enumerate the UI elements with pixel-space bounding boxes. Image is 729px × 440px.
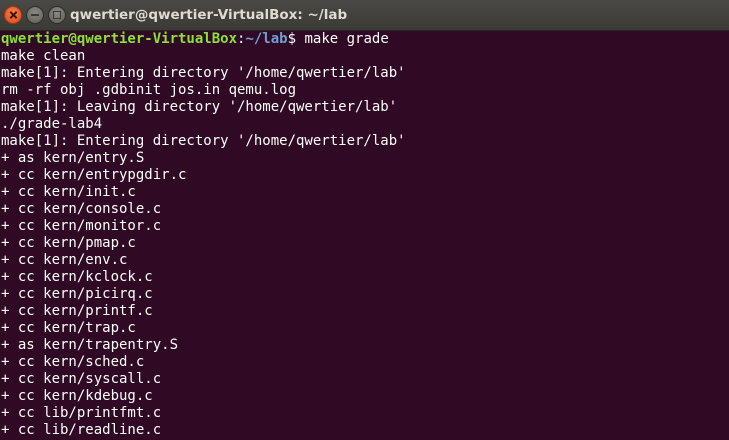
- output-line: + cc kern/picirq.c: [1, 286, 153, 302]
- output-line: + as kern/entry.S: [1, 150, 145, 166]
- output-line: + cc kern/monitor.c: [1, 218, 162, 234]
- output-line: + cc lib/readline.c: [1, 422, 162, 438]
- output-line: + cc kern/init.c: [1, 184, 136, 200]
- minimize-window-button[interactable]: [26, 6, 44, 24]
- output-line: + cc kern/syscall.c: [1, 371, 162, 387]
- output-line: make[1]: Leaving directory '/home/qwerti…: [1, 99, 398, 115]
- window-controls: [4, 6, 70, 24]
- prompt-path: ~/lab: [245, 31, 288, 47]
- terminal-window: qwertier@qwertier-VirtualBox: ~/lab qwer…: [0, 0, 729, 440]
- output-line: + as kern/trapentry.S: [1, 337, 179, 353]
- output-lines: make clean make[1]: Entering directory '/…: [0, 48, 729, 439]
- output-line: make[1]: Entering directory '/home/qwert…: [1, 133, 406, 149]
- output-line: + cc kern/entrypgdir.c: [1, 167, 187, 183]
- output-line: + cc kern/pmap.c: [1, 235, 136, 251]
- title-bar[interactable]: qwertier@qwertier-VirtualBox: ~/lab: [0, 0, 729, 31]
- output-line: + cc kern/sched.c: [1, 354, 145, 370]
- window-title: qwertier@qwertier-VirtualBox: ~/lab: [70, 7, 348, 23]
- maximize-window-button[interactable]: [48, 6, 66, 24]
- output-line: + cc lib/printfmt.c: [1, 405, 162, 421]
- output-line: ./grade-lab4: [1, 116, 103, 132]
- prompt-user-host: qwertier@qwertier-VirtualBox: [1, 31, 238, 47]
- output-line: make clean: [1, 48, 86, 64]
- output-line: + cc kern/console.c: [1, 201, 162, 217]
- output-line: + cc kern/printf.c: [1, 303, 153, 319]
- prompt-symbol: $: [287, 31, 297, 47]
- output-line: + cc kern/kdebug.c: [1, 388, 153, 404]
- close-window-button[interactable]: [4, 6, 22, 24]
- output-line: make[1]: Entering directory '/home/qwert…: [1, 65, 406, 81]
- output-line: rm -rf obj .gdbinit jos.in qemu.log: [1, 82, 297, 98]
- output-line: + cc kern/env.c: [1, 252, 128, 268]
- prompt-command: make grade: [296, 31, 389, 47]
- terminal-output[interactable]: qwertier@qwertier-VirtualBox:~/lab$ make…: [0, 31, 729, 440]
- output-line: + cc kern/kclock.c: [1, 269, 153, 285]
- prompt-line: qwertier@qwertier-VirtualBox:~/lab$ make…: [0, 31, 729, 48]
- output-line: + cc kern/trap.c: [1, 320, 136, 336]
